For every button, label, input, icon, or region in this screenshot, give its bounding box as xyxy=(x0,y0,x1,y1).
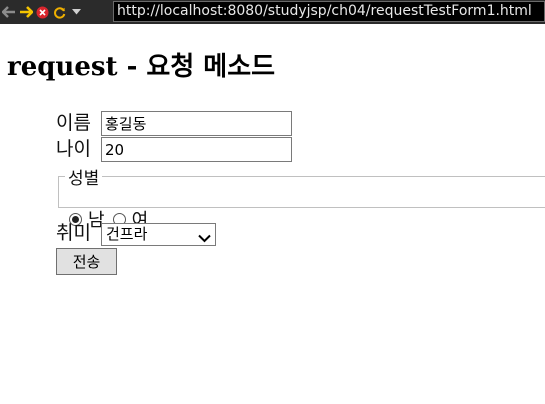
gender-fieldset: 성별 남 여 xyxy=(58,164,545,231)
address-bar[interactable]: http://localhost:8080/studyjsp/ch04/requ… xyxy=(113,1,545,22)
name-label: 이름 xyxy=(56,112,91,134)
back-icon[interactable] xyxy=(0,0,17,24)
page-content: request - 요청 메소드 이름 나이 성별 남 여 취미 건프라 xyxy=(0,24,545,404)
hobby-label: 취미 xyxy=(56,222,91,244)
gender-legend: 성별 xyxy=(68,169,100,189)
browser-toolbar: http://localhost:8080/studyjsp/ch04/requ… xyxy=(0,0,545,24)
chevron-down-icon xyxy=(198,228,211,249)
forward-icon[interactable] xyxy=(17,0,34,24)
menu-dropdown-icon[interactable] xyxy=(68,0,85,24)
age-row: 나이 xyxy=(56,136,545,162)
name-input[interactable] xyxy=(101,111,292,136)
request-form: 이름 나이 성별 남 여 취미 건프라 전송 xyxy=(56,110,545,275)
name-row: 이름 xyxy=(56,110,545,136)
page-title: request - 요청 메소드 xyxy=(7,52,276,82)
reload-icon[interactable] xyxy=(51,0,68,24)
age-label: 나이 xyxy=(56,138,91,160)
hobby-select[interactable]: 건프라 xyxy=(101,223,216,246)
stop-icon[interactable] xyxy=(34,0,51,24)
hobby-selected-value: 건프라 xyxy=(106,225,148,243)
age-input[interactable] xyxy=(101,137,292,162)
submit-button[interactable]: 전송 xyxy=(56,248,117,275)
